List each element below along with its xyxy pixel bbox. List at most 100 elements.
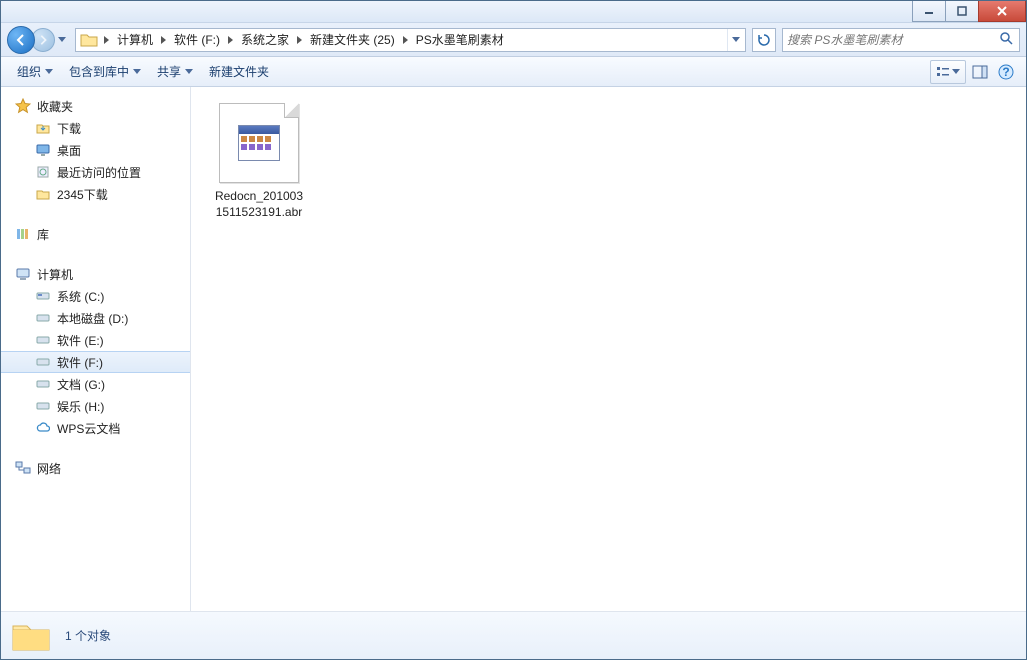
maximize-button[interactable] [945, 1, 979, 22]
network-header[interactable]: 网络 [1, 457, 190, 479]
titlebar [1, 1, 1026, 23]
help-button[interactable]: ? [994, 60, 1018, 84]
drive-icon [35, 376, 51, 392]
minimize-button[interactable] [912, 1, 946, 22]
drive-icon [35, 354, 51, 370]
chevron-down-icon [185, 69, 193, 74]
chevron-right-icon[interactable] [224, 33, 237, 47]
new-folder-label: 新建文件夹 [209, 63, 269, 80]
search-input[interactable] [787, 33, 999, 47]
sidebar-drive-d[interactable]: 本地磁盘 (D:) [1, 307, 190, 329]
share-button[interactable]: 共享 [149, 58, 201, 86]
network-label: 网络 [37, 460, 61, 477]
library-icon [15, 226, 31, 242]
crumb-folder-2[interactable]: 新建文件夹 (25) [306, 29, 399, 51]
favorites-group: 收藏夹 下载 桌面 最近访问的位置 2345下载 [1, 95, 190, 205]
close-button[interactable] [978, 1, 1026, 22]
network-icon [15, 460, 31, 476]
sidebar-item-label: 2345下载 [57, 186, 108, 203]
command-bar: 组织 包含到库中 共享 新建文件夹 ? [1, 57, 1026, 87]
recent-locations-button[interactable] [55, 29, 69, 51]
nav-arrows [7, 26, 69, 54]
sidebar-item-2345[interactable]: 2345下载 [1, 183, 190, 205]
sidebar-drive-g[interactable]: 文档 (G:) [1, 373, 190, 395]
file-name: Redocn_201003 1511523191.abr [211, 189, 307, 220]
sidebar-drive-e[interactable]: 软件 (E:) [1, 329, 190, 351]
drive-icon [35, 398, 51, 414]
libraries-group: 库 [1, 223, 190, 245]
include-in-library-button[interactable]: 包含到库中 [61, 58, 149, 86]
search-box[interactable] [782, 28, 1020, 52]
chevron-down-icon [952, 69, 960, 74]
file-thumbnail [219, 103, 299, 183]
download-icon [35, 120, 51, 136]
svg-text:?: ? [1002, 65, 1009, 79]
sidebar-drive-f[interactable]: 软件 (F:) [1, 351, 190, 373]
sidebar-item-label: 最近访问的位置 [57, 164, 141, 181]
organize-button[interactable]: 组织 [9, 58, 61, 86]
libraries-header[interactable]: 库 [1, 223, 190, 245]
sidebar-item-label: 软件 (F:) [57, 354, 103, 371]
sidebar-item-recent[interactable]: 最近访问的位置 [1, 161, 190, 183]
file-item[interactable]: Redocn_201003 1511523191.abr [211, 103, 307, 220]
sidebar-item-downloads[interactable]: 下载 [1, 117, 190, 139]
details-pane: 1 个对象 [1, 611, 1026, 659]
chevron-right-icon[interactable] [293, 33, 306, 47]
sidebar-drive-c[interactable]: 系统 (C:) [1, 285, 190, 307]
drive-icon [35, 310, 51, 326]
sidebar-item-label: WPS云文档 [57, 420, 120, 437]
explorer-window: 计算机 软件 (F:) 系统之家 新建文件夹 (25) PS水墨笔刷素材 [0, 0, 1027, 660]
search-icon[interactable] [999, 31, 1015, 48]
back-button[interactable] [7, 26, 35, 54]
include-label: 包含到库中 [69, 63, 129, 80]
view-options-button[interactable] [930, 60, 966, 84]
crumb-computer[interactable]: 计算机 [113, 29, 157, 51]
favorites-label: 收藏夹 [37, 98, 73, 115]
drive-icon [35, 288, 51, 304]
chevron-down-icon [45, 69, 53, 74]
sidebar-item-label: 桌面 [57, 142, 81, 159]
chevron-right-icon[interactable] [157, 33, 170, 47]
drive-icon [35, 332, 51, 348]
star-icon [15, 98, 31, 114]
folder-icon [11, 618, 51, 654]
folder-icon [80, 32, 98, 48]
folder-icon [35, 186, 51, 202]
cloud-icon [35, 420, 51, 436]
preview-pane-button[interactable] [968, 60, 992, 84]
sidebar-item-label: 娱乐 (H:) [57, 398, 104, 415]
favorites-header[interactable]: 收藏夹 [1, 95, 190, 117]
desktop-icon [35, 142, 51, 158]
chevron-right-icon[interactable] [100, 33, 113, 47]
navigation-pane[interactable]: 收藏夹 下载 桌面 最近访问的位置 2345下载 [1, 87, 191, 611]
crumb-folder-1[interactable]: 系统之家 [237, 29, 293, 51]
libraries-label: 库 [37, 226, 49, 243]
file-list[interactable]: Redocn_201003 1511523191.abr [191, 87, 1026, 611]
breadcrumb: 计算机 软件 (F:) 系统之家 新建文件夹 (25) PS水墨笔刷素材 [100, 29, 727, 51]
item-count-label: 1 个对象 [65, 627, 111, 644]
sidebar-item-label: 下载 [57, 120, 81, 137]
sidebar-drive-h[interactable]: 娱乐 (H:) [1, 395, 190, 417]
chevron-right-icon[interactable] [399, 33, 412, 47]
address-dropdown-button[interactable] [727, 29, 743, 51]
crumb-folder-current[interactable]: PS水墨笔刷素材 [412, 29, 508, 51]
network-group: 网络 [1, 457, 190, 479]
computer-icon [15, 266, 31, 282]
share-label: 共享 [157, 63, 181, 80]
new-folder-button[interactable]: 新建文件夹 [201, 58, 277, 86]
sidebar-item-label: 本地磁盘 (D:) [57, 310, 128, 327]
window-controls [913, 1, 1026, 22]
computer-label: 计算机 [37, 266, 73, 283]
organize-label: 组织 [17, 63, 41, 80]
sidebar-item-desktop[interactable]: 桌面 [1, 139, 190, 161]
sidebar-item-label: 软件 (E:) [57, 332, 104, 349]
sidebar-item-label: 文档 (G:) [57, 376, 105, 393]
crumb-drive[interactable]: 软件 (F:) [170, 29, 224, 51]
computer-group: 计算机 系统 (C:) 本地磁盘 (D:) 软件 (E:) 软件 (F:) [1, 263, 190, 439]
refresh-button[interactable] [752, 28, 776, 52]
recent-icon [35, 164, 51, 180]
navigation-bar: 计算机 软件 (F:) 系统之家 新建文件夹 (25) PS水墨笔刷素材 [1, 23, 1026, 57]
computer-header[interactable]: 计算机 [1, 263, 190, 285]
address-bar[interactable]: 计算机 软件 (F:) 系统之家 新建文件夹 (25) PS水墨笔刷素材 [75, 28, 746, 52]
sidebar-wps-cloud[interactable]: WPS云文档 [1, 417, 190, 439]
